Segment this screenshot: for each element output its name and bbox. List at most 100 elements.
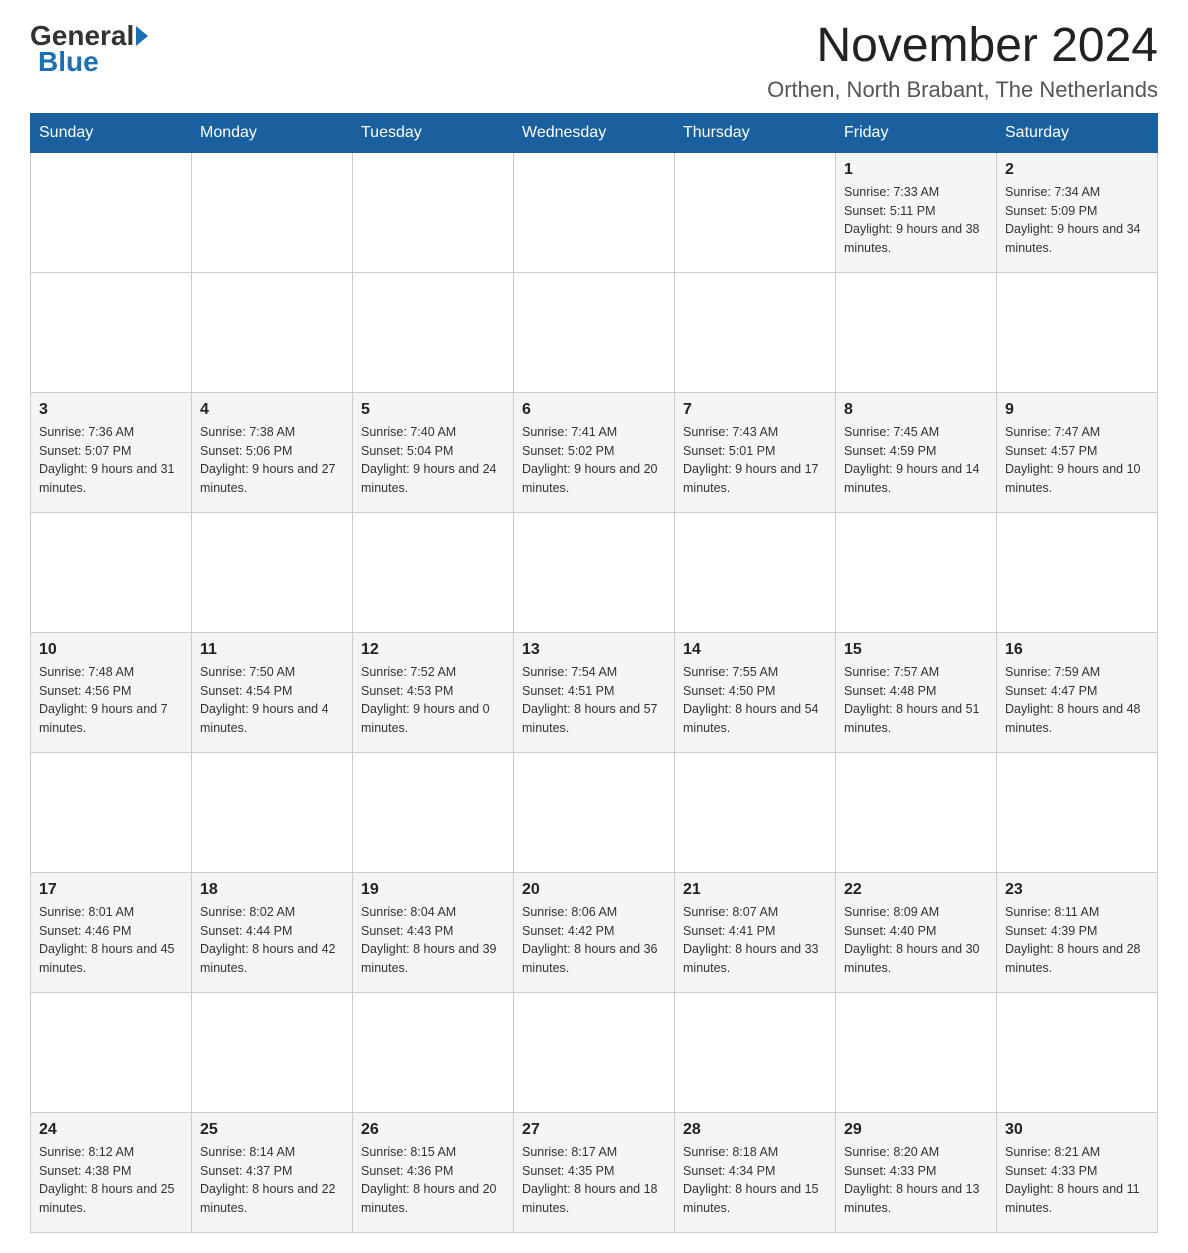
day-number: 1 — [844, 161, 988, 179]
calendar-cell: 30Sunrise: 8:21 AM Sunset: 4:33 PM Dayli… — [997, 1112, 1158, 1232]
day-number: 16 — [1005, 641, 1149, 659]
day-detail: Sunrise: 7:55 AM Sunset: 4:50 PM Dayligh… — [683, 663, 827, 738]
calendar-cell: 1 Sunrise: 7:33 AM Sunset: 5:11 PM Daylig… — [836, 152, 997, 272]
logo-blue-text: Blue — [38, 46, 99, 77]
calendar-cell: 8 Sunrise: 7:45 AM Sunset: 4:59 PM Daylig… — [836, 392, 997, 512]
title-area: November 2024 Orthen, North Brabant, The… — [767, 20, 1158, 103]
day-detail: Sunrise: 7:45 AM Sunset: 4:59 PM Dayligh… — [844, 423, 988, 498]
day-detail: Sunrise: 7:54 AM Sunset: 4:51 PM Dayligh… — [522, 663, 666, 738]
calendar-week-row: 1 Sunrise: 7:33 AM Sunset: 5:11 PM Daylig… — [31, 152, 1158, 272]
day-detail: Sunrise: 8:02 AM Sunset: 4:44 PM Dayligh… — [200, 903, 344, 978]
day-detail: Sunrise: 7:40 AM Sunset: 5:04 PM Dayligh… — [361, 423, 505, 498]
calendar-cell — [353, 152, 514, 272]
day-detail: Sunrise: 7:52 AM Sunset: 4:53 PM Dayligh… — [361, 663, 505, 738]
calendar-cell — [192, 152, 353, 272]
day-detail: Sunrise: 8:20 AM Sunset: 4:33 PM Dayligh… — [844, 1143, 988, 1218]
weekday-header-saturday: Saturday — [997, 113, 1158, 152]
day-number: 26 — [361, 1121, 505, 1139]
calendar-cell: 20Sunrise: 8:06 AM Sunset: 4:42 PM Dayli… — [514, 872, 675, 992]
calendar-cell: 9 Sunrise: 7:47 AM Sunset: 4:57 PM Daylig… — [997, 392, 1158, 512]
calendar-cell: 12 Sunrise: 7:52 AM Sunset: 4:53 PM Dayli… — [353, 632, 514, 752]
calendar-cell: 17 Sunrise: 8:01 AM Sunset: 4:46 PM Dayli… — [31, 872, 192, 992]
day-number: 9 — [1005, 401, 1149, 419]
calendar-cell: 25Sunrise: 8:14 AM Sunset: 4:37 PM Dayli… — [192, 1112, 353, 1232]
day-detail: Sunrise: 7:50 AM Sunset: 4:54 PM Dayligh… — [200, 663, 344, 738]
day-detail: Sunrise: 8:11 AM Sunset: 4:39 PM Dayligh… — [1005, 903, 1149, 978]
calendar-cell — [31, 152, 192, 272]
calendar-cell: 19Sunrise: 8:04 AM Sunset: 4:43 PM Dayli… — [353, 872, 514, 992]
day-detail: Sunrise: 8:12 AM Sunset: 4:38 PM Dayligh… — [39, 1143, 183, 1218]
weekday-header-sunday: Sunday — [31, 113, 192, 152]
week-divider — [31, 272, 1158, 392]
day-number: 30 — [1005, 1121, 1149, 1139]
week-divider — [31, 512, 1158, 632]
day-number: 2 — [1005, 161, 1149, 179]
day-number: 14 — [683, 641, 827, 659]
calendar-cell: 24 Sunrise: 8:12 AM Sunset: 4:38 PM Dayli… — [31, 1112, 192, 1232]
day-number: 25 — [200, 1121, 344, 1139]
logo-flag-icon — [136, 26, 148, 46]
day-number: 4 — [200, 401, 344, 419]
day-detail: Sunrise: 8:18 AM Sunset: 4:34 PM Dayligh… — [683, 1143, 827, 1218]
calendar-cell: 23 Sunrise: 8:11 AM Sunset: 4:39 PM Dayli… — [997, 872, 1158, 992]
calendar-cell: 3 Sunrise: 7:36 AM Sunset: 5:07 PM Daylig… — [31, 392, 192, 512]
day-detail: Sunrise: 7:38 AM Sunset: 5:06 PM Dayligh… — [200, 423, 344, 498]
day-number: 17 — [39, 881, 183, 899]
calendar-week-row: 24 Sunrise: 8:12 AM Sunset: 4:38 PM Dayli… — [31, 1112, 1158, 1232]
weekday-header-row: SundayMondayTuesdayWednesdayThursdayFrid… — [31, 113, 1158, 152]
day-number: 28 — [683, 1121, 827, 1139]
day-number: 10 — [39, 641, 183, 659]
day-detail: Sunrise: 7:33 AM Sunset: 5:11 PM Dayligh… — [844, 183, 988, 258]
weekday-header-tuesday: Tuesday — [353, 113, 514, 152]
day-number: 22 — [844, 881, 988, 899]
day-number: 24 — [39, 1121, 183, 1139]
day-detail: Sunrise: 8:15 AM Sunset: 4:36 PM Dayligh… — [361, 1143, 505, 1218]
weekday-header-friday: Friday — [836, 113, 997, 152]
day-detail: Sunrise: 7:57 AM Sunset: 4:48 PM Dayligh… — [844, 663, 988, 738]
calendar-cell: 21Sunrise: 8:07 AM Sunset: 4:41 PM Dayli… — [675, 872, 836, 992]
calendar-cell: 7 Sunrise: 7:43 AM Sunset: 5:01 PM Daylig… — [675, 392, 836, 512]
calendar-cell: 29 Sunrise: 8:20 AM Sunset: 4:33 PM Dayli… — [836, 1112, 997, 1232]
calendar-table: SundayMondayTuesdayWednesdayThursdayFrid… — [30, 113, 1158, 1233]
calendar-cell: 13Sunrise: 7:54 AM Sunset: 4:51 PM Dayli… — [514, 632, 675, 752]
weekday-header-monday: Monday — [192, 113, 353, 152]
day-number: 12 — [361, 641, 505, 659]
day-number: 15 — [844, 641, 988, 659]
calendar-week-row: 3 Sunrise: 7:36 AM Sunset: 5:07 PM Daylig… — [31, 392, 1158, 512]
calendar-cell — [675, 152, 836, 272]
calendar-cell: 27 Sunrise: 8:17 AM Sunset: 4:35 PM Dayli… — [514, 1112, 675, 1232]
header: General Blue November 2024 Orthen, North… — [30, 20, 1158, 103]
calendar-cell: 2 Sunrise: 7:34 AM Sunset: 5:09 PM Daylig… — [997, 152, 1158, 272]
calendar-cell: 15 Sunrise: 7:57 AM Sunset: 4:48 PM Dayli… — [836, 632, 997, 752]
day-detail: Sunrise: 8:17 AM Sunset: 4:35 PM Dayligh… — [522, 1143, 666, 1218]
day-detail: Sunrise: 8:01 AM Sunset: 4:46 PM Dayligh… — [39, 903, 183, 978]
day-detail: Sunrise: 7:47 AM Sunset: 4:57 PM Dayligh… — [1005, 423, 1149, 498]
day-number: 8 — [844, 401, 988, 419]
calendar-week-row: 17 Sunrise: 8:01 AM Sunset: 4:46 PM Dayli… — [31, 872, 1158, 992]
day-number: 11 — [200, 641, 344, 659]
day-detail: Sunrise: 8:09 AM Sunset: 4:40 PM Dayligh… — [844, 903, 988, 978]
day-number: 7 — [683, 401, 827, 419]
day-number: 5 — [361, 401, 505, 419]
calendar-cell: 5 Sunrise: 7:40 AM Sunset: 5:04 PM Daylig… — [353, 392, 514, 512]
calendar-cell: 14 Sunrise: 7:55 AM Sunset: 4:50 PM Dayli… — [675, 632, 836, 752]
day-detail: Sunrise: 7:43 AM Sunset: 5:01 PM Dayligh… — [683, 423, 827, 498]
calendar-cell: 4 Sunrise: 7:38 AM Sunset: 5:06 PM Daylig… — [192, 392, 353, 512]
calendar-cell: 28 Sunrise: 8:18 AM Sunset: 4:34 PM Dayli… — [675, 1112, 836, 1232]
day-number: 18 — [200, 881, 344, 899]
month-year-title: November 2024 — [767, 20, 1158, 73]
week-divider — [31, 752, 1158, 872]
calendar-cell: 26 Sunrise: 8:15 AM Sunset: 4:36 PM Dayli… — [353, 1112, 514, 1232]
calendar-week-row: 10 Sunrise: 7:48 AM Sunset: 4:56 PM Dayli… — [31, 632, 1158, 752]
calendar-cell: 10 Sunrise: 7:48 AM Sunset: 4:56 PM Dayli… — [31, 632, 192, 752]
day-number: 23 — [1005, 881, 1149, 899]
day-number: 3 — [39, 401, 183, 419]
logo: General Blue — [30, 20, 150, 78]
calendar-cell: 11 Sunrise: 7:50 AM Sunset: 4:54 PM Dayli… — [192, 632, 353, 752]
day-number: 29 — [844, 1121, 988, 1139]
day-detail: Sunrise: 7:36 AM Sunset: 5:07 PM Dayligh… — [39, 423, 183, 498]
day-number: 21 — [683, 881, 827, 899]
day-detail: Sunrise: 7:48 AM Sunset: 4:56 PM Dayligh… — [39, 663, 183, 738]
day-number: 27 — [522, 1121, 666, 1139]
day-detail: Sunrise: 7:34 AM Sunset: 5:09 PM Dayligh… — [1005, 183, 1149, 258]
